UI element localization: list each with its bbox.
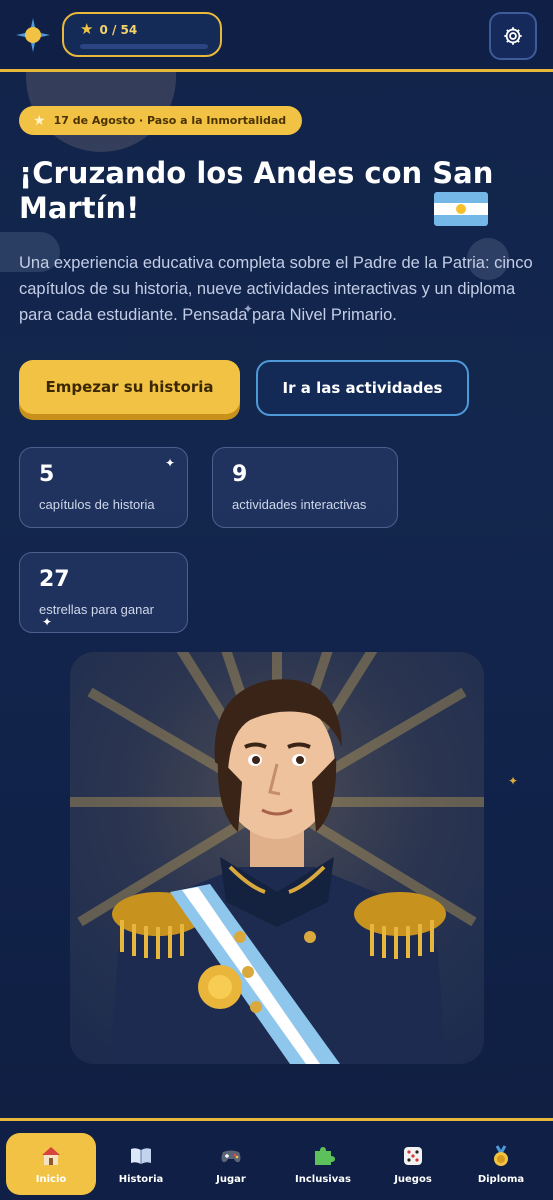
date-badge: ★ 17 de Agosto · Paso a la Inmortalidad xyxy=(19,106,303,135)
gear-icon xyxy=(504,27,522,45)
nav-item-historia[interactable]: Historia xyxy=(104,1133,178,1195)
nav-label: Jugar xyxy=(216,1173,246,1185)
bottom-navigation: Inicio Historia Jugar Inclusivas Juegos … xyxy=(0,1118,553,1200)
sparkle-icon: ✦ xyxy=(165,456,176,470)
settings-button[interactable] xyxy=(489,12,537,60)
nav-item-inclusivas[interactable]: Inclusivas xyxy=(284,1133,362,1195)
nav-item-jugar[interactable]: Jugar xyxy=(194,1133,268,1195)
star-icon: ★ xyxy=(33,112,46,129)
dice-icon xyxy=(404,1146,422,1165)
nav-label: Inclusivas xyxy=(295,1173,351,1185)
date-badge-text: 17 de Agosto · Paso a la Inmortalidad xyxy=(53,114,287,127)
stat-label: estrellas para ganar xyxy=(39,602,154,617)
house-icon xyxy=(42,1146,60,1165)
puzzle-icon xyxy=(315,1146,335,1165)
sparkle-icon: ✦ xyxy=(42,615,53,629)
intro-text: Una experiencia educativa completa sobre… xyxy=(19,254,533,324)
medal-icon xyxy=(494,1144,508,1166)
nav-label: Inicio xyxy=(35,1173,67,1185)
stat-card-chapters: 5 capítulos de historia ✦ xyxy=(19,447,188,528)
sparkle-icon: ✦ xyxy=(508,774,519,788)
nav-label: Juegos xyxy=(394,1173,432,1185)
stat-card-activities: 9 actividades interactivas xyxy=(212,447,398,528)
nav-label: Diploma xyxy=(477,1173,525,1185)
sparkle-icon: ✦ xyxy=(243,302,254,316)
top-bar: ★ 0 / 54 xyxy=(0,0,553,72)
book-icon xyxy=(131,1147,151,1164)
stat-value: 9 xyxy=(232,462,248,487)
start-story-button[interactable]: Empezar su historia xyxy=(19,360,240,414)
nav-label: Historia xyxy=(118,1173,164,1185)
stat-label: capítulos de historia xyxy=(39,497,155,512)
stat-label: actividades interactivas xyxy=(232,497,367,512)
go-to-activities-button[interactable]: Ir a las actividades xyxy=(256,360,469,416)
stars-progress-text: 0 / 54 xyxy=(99,22,138,37)
stars-progress: ★ 0 / 54 xyxy=(62,12,222,57)
compass-logo-icon[interactable] xyxy=(16,18,50,52)
stat-value: 5 xyxy=(39,462,55,487)
san-martin-portrait xyxy=(70,652,484,1064)
nav-item-inicio[interactable]: Inicio xyxy=(6,1133,96,1195)
nav-item-juegos[interactable]: Juegos xyxy=(376,1133,450,1195)
nav-item-diploma[interactable]: Diploma xyxy=(464,1133,538,1195)
gamepad-icon xyxy=(221,1150,241,1162)
stars-progress-bar xyxy=(80,44,208,49)
star-icon: ★ xyxy=(80,20,94,38)
argentina-flag-icon xyxy=(434,192,488,226)
page-title: ¡Cruzando los Andes con San Martín! xyxy=(19,156,494,225)
stat-card-stars: 27 estrellas para ganar ✦ xyxy=(19,552,188,633)
stat-value: 27 xyxy=(39,567,70,592)
